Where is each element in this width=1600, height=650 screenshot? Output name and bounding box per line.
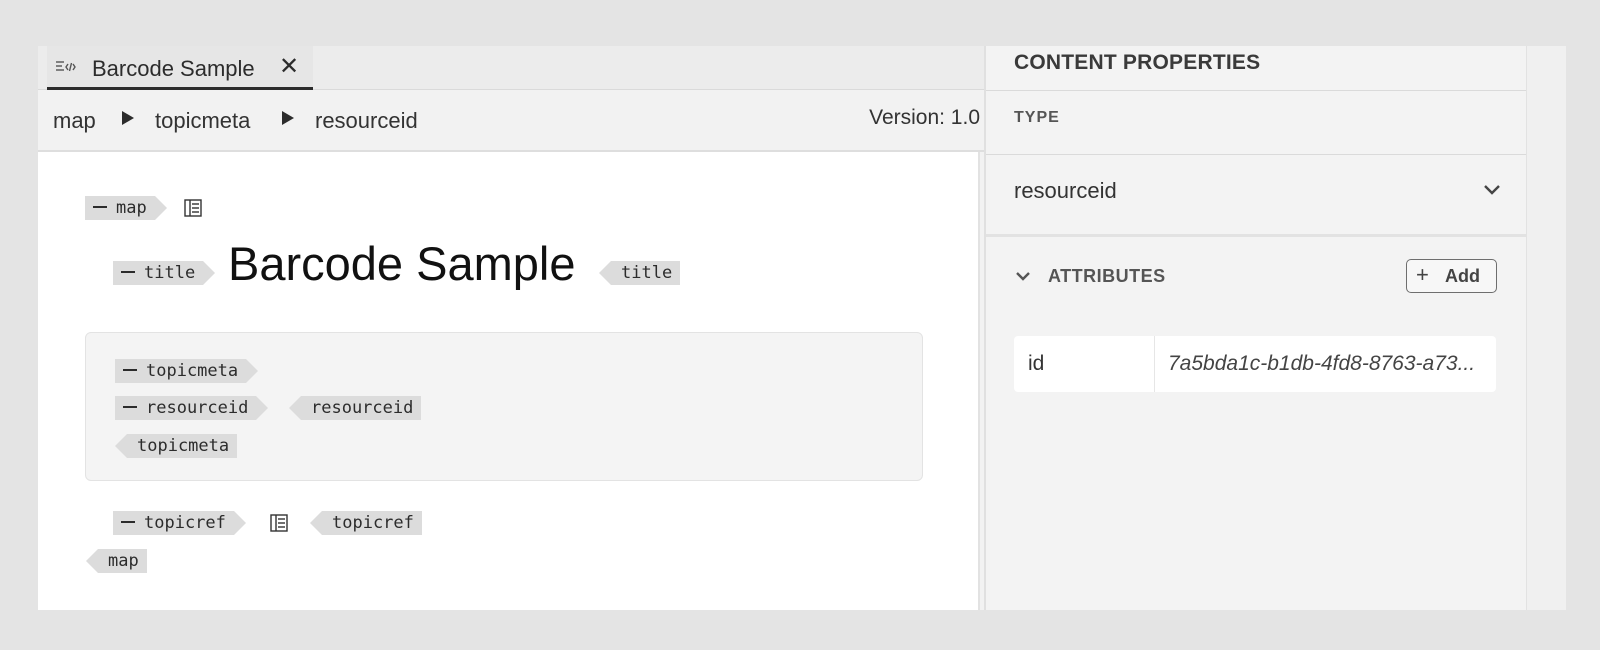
chevron-down-icon[interactable]: [1014, 268, 1032, 286]
document-title[interactable]: Barcode Sample: [228, 236, 575, 291]
editor-pane: Barcode Sample ✕ map topicmeta resourcei…: [38, 46, 1000, 610]
collapse-icon[interactable]: [121, 521, 135, 523]
tab-title: Barcode Sample: [92, 56, 255, 81]
tab-barcode-sample[interactable]: Barcode Sample ✕: [47, 46, 313, 90]
tag-label: map: [108, 551, 139, 571]
breadcrumb-separator-icon: [282, 111, 294, 125]
tag-topicmeta-open[interactable]: topicmeta: [115, 359, 259, 383]
attribute-row[interactable]: id 7a5bda1c-b1db-4fd8-8763-a73...: [1014, 336, 1496, 392]
tag-map-open[interactable]: map: [85, 196, 167, 220]
content-properties-panel: CONTENT PROPERTIES TYPE resourceid ATTRI…: [984, 46, 1528, 610]
tag-label: topicmeta: [146, 361, 239, 381]
divider: [986, 90, 1528, 91]
breadcrumb: map topicmeta resourceid Version: 1.0: [38, 90, 1000, 152]
app-window: Barcode Sample ✕ map topicmeta resourcei…: [38, 46, 1566, 610]
attributes-section-header: ATTRIBUTES + Add: [986, 256, 1528, 300]
tag-label: title: [621, 263, 673, 283]
breadcrumb-map[interactable]: map: [53, 108, 96, 134]
add-attribute-button[interactable]: + Add: [1406, 259, 1497, 293]
breadcrumb-resourceid[interactable]: resourceid: [315, 108, 418, 134]
tab-bar: Barcode Sample ✕: [38, 46, 1000, 90]
tag-label: title: [144, 263, 196, 283]
tag-topicmeta-close[interactable]: topicmeta: [114, 434, 238, 458]
type-label: TYPE: [1014, 109, 1060, 126]
close-icon[interactable]: ✕: [279, 52, 299, 81]
reference-icon[interactable]: [183, 198, 203, 218]
tag-title-close[interactable]: title: [598, 261, 681, 285]
tag-label: topicref: [144, 513, 226, 533]
divider: [1154, 336, 1155, 392]
tag-topicref-close[interactable]: topicref: [310, 511, 422, 535]
attribute-value-field[interactable]: 7a5bda1c-b1db-4fd8-8763-a73...: [1168, 352, 1488, 376]
breadcrumb-topicmeta[interactable]: topicmeta: [155, 108, 250, 134]
add-label: Add: [1445, 266, 1480, 286]
tag-label: resourceid: [146, 398, 249, 418]
tag-label: map: [116, 198, 147, 218]
collapse-icon[interactable]: [121, 271, 135, 273]
breadcrumb-separator-icon: [122, 111, 134, 125]
collapse-icon[interactable]: [93, 206, 107, 208]
type-value: resourceid: [1014, 178, 1117, 203]
tag-resourceid-open[interactable]: resourceid: [115, 396, 269, 420]
tag-topicref-open[interactable]: topicref: [113, 511, 246, 535]
source-view-icon: [56, 61, 76, 72]
chevron-down-icon: [1484, 185, 1500, 195]
attribute-name: id: [1028, 352, 1045, 375]
panel-scrollbar[interactable]: [1526, 46, 1566, 610]
type-dropdown[interactable]: resourceid: [986, 154, 1528, 234]
plus-icon: +: [1416, 262, 1429, 287]
reference-icon[interactable]: [269, 513, 289, 533]
collapse-icon[interactable]: [123, 369, 137, 371]
tag-label: resourceid: [311, 398, 414, 418]
tag-label: topicmeta: [137, 436, 230, 456]
tag-title-open[interactable]: title: [113, 261, 216, 285]
attributes-label: ATTRIBUTES: [1048, 266, 1166, 286]
panel-title: CONTENT PROPERTIES: [1014, 51, 1261, 74]
version-label: Version: 1.0: [869, 106, 980, 129]
tag-resourceid-close[interactable]: resourceid: [288, 396, 422, 420]
tag-map-close[interactable]: map: [86, 549, 147, 573]
collapse-icon[interactable]: [123, 406, 137, 408]
divider: [986, 234, 1528, 237]
tag-label: topicref: [332, 513, 414, 533]
